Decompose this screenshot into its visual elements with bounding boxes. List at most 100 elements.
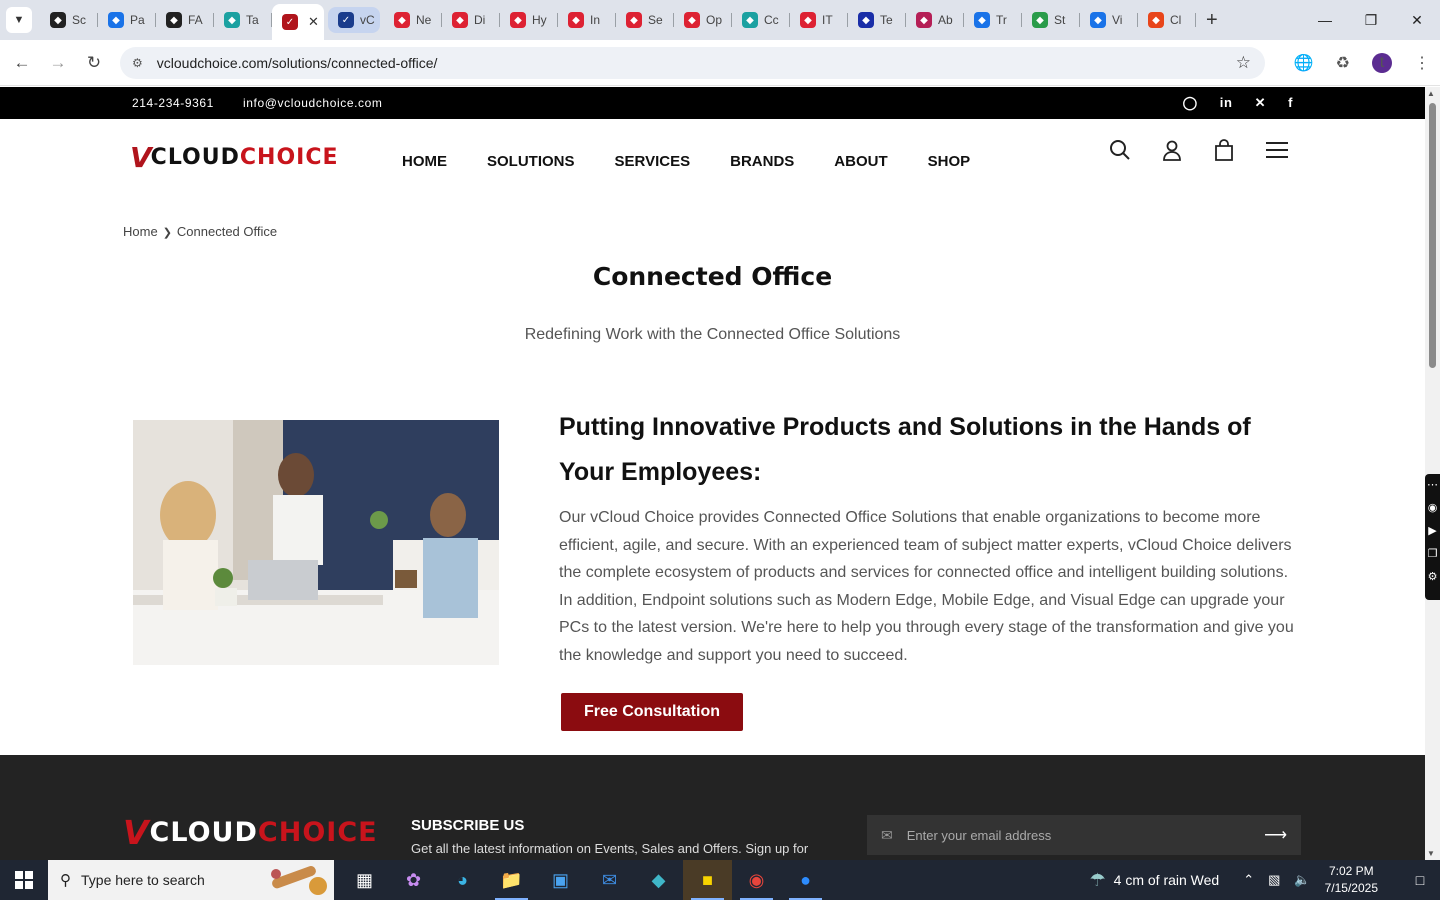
email-link[interactable]: info@vcloudchoice.com [243, 96, 383, 110]
scroll-up-arrow-icon[interactable]: ▲ [1427, 89, 1435, 98]
site-logo[interactable]: V CLOUD CHOICE [130, 141, 339, 174]
pa-icon: ◆ [108, 12, 124, 28]
network-icon[interactable]: ▧ [1268, 872, 1280, 888]
breadcrumb-home[interactable]: Home [123, 224, 158, 239]
camera-icon[interactable]: ◉ [1428, 501, 1438, 514]
store-icon[interactable]: ▣ [536, 860, 585, 900]
clock-date: 7/15/2025 [1324, 881, 1378, 895]
window-icon[interactable]: ❐ [1428, 547, 1438, 560]
page-title: Connected Office [592, 262, 833, 291]
video-icon[interactable]: ▶ [1428, 524, 1436, 537]
scroll-thumb[interactable] [1429, 103, 1436, 368]
reload-button[interactable]: ↻ [76, 53, 112, 73]
chrome-icon[interactable]: ◉ [732, 860, 781, 900]
user-icon[interactable] [1161, 139, 1183, 167]
email-placeholder[interactable]: Enter your email address [907, 828, 1052, 843]
cl-icon: ◆ [1148, 12, 1164, 28]
volume-icon[interactable]: 🔈 [1294, 872, 1310, 888]
ab-icon: ◆ [916, 12, 932, 28]
url-text[interactable]: vcloudchoice.com/solutions/connected-off… [157, 55, 438, 71]
browser-tab[interactable]: ◆ Tr [964, 4, 1022, 36]
chevron-up-icon[interactable]: ⌃ [1243, 872, 1254, 888]
windows-start-button[interactable] [0, 860, 48, 900]
browser-tab[interactable]: ◆ Se [616, 4, 674, 36]
free-consultation-button[interactable]: Free Consultation [561, 693, 743, 731]
close-window-button[interactable]: ✕ [1394, 0, 1440, 40]
profile-avatar[interactable]: t [1372, 53, 1392, 73]
tab-search-button[interactable]: ▼ [6, 7, 32, 33]
browser-tab[interactable]: ✓ ✕ [272, 4, 324, 40]
subscribe-arrow-button[interactable]: ⟶ [1264, 825, 1287, 845]
diamond-icon: ◆ [452, 12, 468, 28]
back-button[interactable]: ← [4, 53, 40, 73]
scratch-icon: ◆ [50, 12, 66, 28]
nav-solutions[interactable]: SOLUTIONS [487, 153, 575, 170]
taskbar-search-placeholder[interactable]: Type here to search [81, 872, 205, 888]
site-info-icon[interactable]: ⚙ [132, 56, 143, 70]
linkedin-icon[interactable]: in [1220, 95, 1233, 111]
newsletter-email-input[interactable]: ✉ Enter your email address ⟶ [867, 815, 1301, 855]
window-controls: — ❐ ✕ [1302, 0, 1440, 40]
bookmark-star-icon[interactable]: ☆ [1236, 53, 1251, 73]
browser-tab[interactable]: ◆ Ne [384, 4, 442, 36]
restore-button[interactable]: ❐ [1348, 0, 1394, 40]
browser-tab[interactable]: ◆ FA [156, 4, 214, 36]
translate-icon[interactable]: 🌐 [1294, 53, 1314, 73]
phone-link[interactable]: 214-234-9361 [132, 96, 214, 110]
nav-brands[interactable]: BRANDS [730, 153, 794, 170]
minimize-button[interactable]: — [1302, 0, 1348, 40]
browser-tab[interactable]: ◆ Pa [98, 4, 156, 36]
browser-tab[interactable]: ✓ vC [328, 7, 380, 33]
settings-gear-icon[interactable]: ⚙ [1428, 570, 1438, 583]
hamburger-menu-icon[interactable] [1265, 139, 1289, 167]
taskbar-apps: ▦ ✿ ◕ 📁 ▣ ✉ ◆ ■ ◉ ● [340, 860, 830, 900]
taskbar-search[interactable]: ⚲ Type here to search [48, 860, 334, 900]
nav-shop[interactable]: SHOP [928, 153, 971, 170]
browser-tab[interactable]: ◆ Sc [40, 4, 98, 36]
browser-tab[interactable]: ◆ Ta [214, 4, 272, 36]
search-icon[interactable] [1109, 139, 1131, 167]
zoom-icon[interactable]: ● [781, 860, 830, 900]
browser-tab[interactable]: ◆ Hy [500, 4, 558, 36]
browser-tab[interactable]: ◆ IT [790, 4, 848, 36]
nav-about[interactable]: ABOUT [834, 153, 887, 170]
forward-button[interactable]: → [40, 53, 76, 73]
fa-icon: ◆ [166, 12, 182, 28]
task-view-icon[interactable]: ▦ [340, 860, 389, 900]
app-diamond-icon[interactable]: ◆ [634, 860, 683, 900]
clock[interactable]: 7:02 PM 7/15/2025 [1325, 863, 1378, 897]
tool-more-icon[interactable]: ⋯ [1427, 478, 1438, 491]
facebook-icon[interactable]: f [1288, 95, 1293, 111]
x-twitter-icon[interactable]: ✕ [1255, 95, 1267, 111]
browser-tab[interactable]: ◆ In [558, 4, 616, 36]
nav-home[interactable]: HOME [402, 153, 447, 170]
notification-icon[interactable]: □ [1400, 872, 1440, 888]
extensions-icon[interactable]: ♻ [1336, 53, 1350, 73]
browser-tab[interactable]: ◆ Cc [732, 4, 790, 36]
footer-logo[interactable]: V CLOUD CHOICE [123, 813, 378, 852]
browser-tab[interactable]: ◆ Te [848, 4, 906, 36]
browser-tab[interactable]: ◆ St [1022, 4, 1080, 36]
omnibox[interactable]: ⚙ vcloudchoice.com/solutions/connected-o… [120, 47, 1265, 79]
tab-close-icon[interactable]: ✕ [308, 14, 319, 30]
new-tab-button[interactable]: + [1206, 9, 1218, 32]
browser-tab[interactable]: ◆ Ab [906, 4, 964, 36]
search-icon: ⚲ [60, 872, 71, 889]
browser-tab[interactable]: ◆ Vi [1080, 4, 1138, 36]
browser-tab[interactable]: ◆ Cl [1138, 4, 1196, 36]
browser-tab[interactable]: ◆ Op [674, 4, 732, 36]
scroll-down-arrow-icon[interactable]: ▼ [1427, 849, 1435, 858]
mail-icon[interactable]: ✉ [585, 860, 634, 900]
menu-dots-icon[interactable]: ⋮ [1414, 53, 1430, 73]
weather-widget[interactable]: ☂ 4 cm of rain Wed [1090, 870, 1220, 891]
sticky-notes-icon[interactable]: ■ [683, 860, 732, 900]
contact-strip: 214-234-9361 info@vcloudchoice.com ◯ in … [0, 87, 1425, 119]
copilot-icon[interactable]: ✿ [389, 860, 438, 900]
cart-bag-icon[interactable] [1213, 139, 1235, 167]
browser-tab[interactable]: ◆ Di [442, 4, 500, 36]
edge-icon[interactable]: ◕ [438, 860, 487, 900]
instagram-icon[interactable]: ◯ [1183, 95, 1198, 111]
nav-services[interactable]: SERVICES [615, 153, 691, 170]
cc-icon: ◆ [742, 12, 758, 28]
file-explorer-icon[interactable]: 📁 [487, 860, 536, 900]
